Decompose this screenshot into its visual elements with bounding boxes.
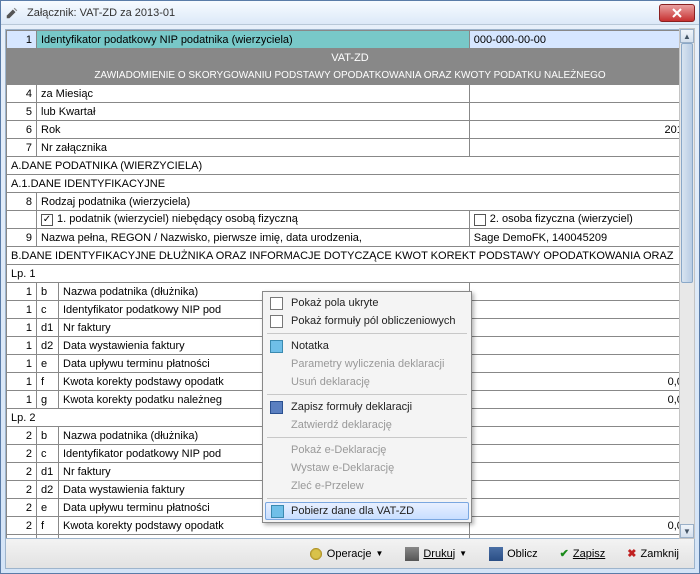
menu-separator <box>267 333 467 334</box>
note-icon <box>270 340 283 353</box>
close-icon <box>672 8 682 18</box>
row-9[interactable]: 9Nazwa pełna, REGON / Nazwisko, pierwsze… <box>7 229 694 247</box>
row-1[interactable]: 1 Identyfikator podatkowy NIP podatnika … <box>7 31 694 49</box>
row-num: 1 <box>7 31 37 49</box>
menu-separator <box>267 437 467 438</box>
save-button[interactable]: ✔Zapisz <box>551 544 615 563</box>
menu-separator <box>267 394 467 395</box>
menu-show-hidden[interactable]: Pokaż pola ukryte <box>265 294 469 312</box>
menu-send-edek: Wystaw e-Deklarację <box>265 459 469 477</box>
save-icon <box>270 401 283 414</box>
window-title: Załącznik: VAT-ZD za 2013-01 <box>23 7 659 19</box>
close-button[interactable]: ✖Zamknij <box>618 544 688 563</box>
row-8-options: ✓1. podatnik (wierzyciel) niebędący osob… <box>7 211 694 229</box>
checkbox-icon[interactable] <box>474 214 486 226</box>
menu-params: Parametry wyliczenia deklaracji <box>265 355 469 373</box>
checkbox-icon <box>270 315 283 328</box>
menu-fetch-vatzd[interactable]: Pobierz dane dla VAT-ZD <box>265 502 469 520</box>
menu-separator <box>267 498 467 499</box>
x-icon: ✖ <box>627 547 636 560</box>
context-menu: Pokaż pola ukryte Pokaż formuły pól obli… <box>262 291 472 523</box>
printer-icon <box>405 547 419 561</box>
print-button[interactable]: Drukuj▼ <box>396 544 476 564</box>
lp-1: Lp. 1 <box>7 265 694 283</box>
banner-subtitle: ZAWIADOMIENIE O SKORYGOWANIU PODSTAWY OP… <box>7 67 694 85</box>
menu-approve: Zatwierdź deklarację <box>265 416 469 434</box>
vertical-scrollbar[interactable]: ▲ ▼ <box>679 28 695 539</box>
chevron-down-icon: ▼ <box>375 549 383 558</box>
checkbox-icon <box>270 297 283 310</box>
fetch-icon <box>271 505 284 518</box>
section-b: B.DANE IDENTYFIKACYJNE DŁUŻNIKA ORAZ INF… <box>7 247 694 265</box>
section-a1: A.1.DANE IDENTYFIKACYJNE <box>7 175 694 193</box>
checkbox-icon[interactable]: ✓ <box>41 214 53 226</box>
menu-show-formulas[interactable]: Pokaż formuły pól obliczeniowych <box>265 312 469 330</box>
section-a: A.DANE PODATNIKA (WIERZYCIELA) <box>7 157 694 175</box>
gear-icon <box>309 547 323 561</box>
operations-button[interactable]: Operacje▼ <box>300 544 393 564</box>
titlebar[interactable]: Załącznik: VAT-ZD za 2013-01 <box>1 1 699 25</box>
toolbar: Operacje▼ Drukuj▼ Oblicz ✔Zapisz ✖Zamkni… <box>6 538 694 568</box>
menu-delete: Usuń deklarację <box>265 373 469 391</box>
banner-title: VAT-ZD <box>7 49 694 67</box>
row-7[interactable]: 7Nr załącznika1 <box>7 139 694 157</box>
scroll-down-button[interactable]: ▼ <box>680 524 694 538</box>
banner-sub-row: ZAWIADOMIENIE O SKORYGOWANIU PODSTAWY OP… <box>7 67 694 85</box>
window-close-button[interactable] <box>659 4 695 22</box>
option-1[interactable]: ✓1. podatnik (wierzyciel) niebędący osob… <box>37 211 470 229</box>
row-8-header: 8Rodzaj podatnika (wierzyciela) <box>7 193 694 211</box>
scroll-up-button[interactable]: ▲ <box>680 29 694 43</box>
calculator-icon <box>489 547 503 561</box>
scroll-thumb[interactable] <box>681 43 693 283</box>
row-label: Identyfikator podatkowy NIP podatnika (w… <box>37 31 470 49</box>
row-4[interactable]: 4za Miesiąc1 <box>7 85 694 103</box>
check-icon: ✔ <box>560 547 569 560</box>
menu-save-formulas[interactable]: Zapisz formuły deklaracji <box>265 398 469 416</box>
menu-note[interactable]: Notatka <box>265 337 469 355</box>
menu-order-transfer: Zleć e-Przelew <box>265 477 469 495</box>
banner-row: VAT-ZD <box>7 49 694 67</box>
row-6[interactable]: 6Rok2013 <box>7 121 694 139</box>
chevron-down-icon: ▼ <box>459 549 467 558</box>
edit-icon <box>5 6 19 20</box>
calc-button[interactable]: Oblicz <box>480 544 547 564</box>
menu-show-edek: Pokaż e-Deklarację <box>265 441 469 459</box>
row-value[interactable]: 000-000-00-00 <box>469 31 693 49</box>
option-2[interactable]: 2. osoba fizyczna (wierzyciel) <box>469 211 693 229</box>
row-5[interactable]: 5lub Kwartał0 <box>7 103 694 121</box>
